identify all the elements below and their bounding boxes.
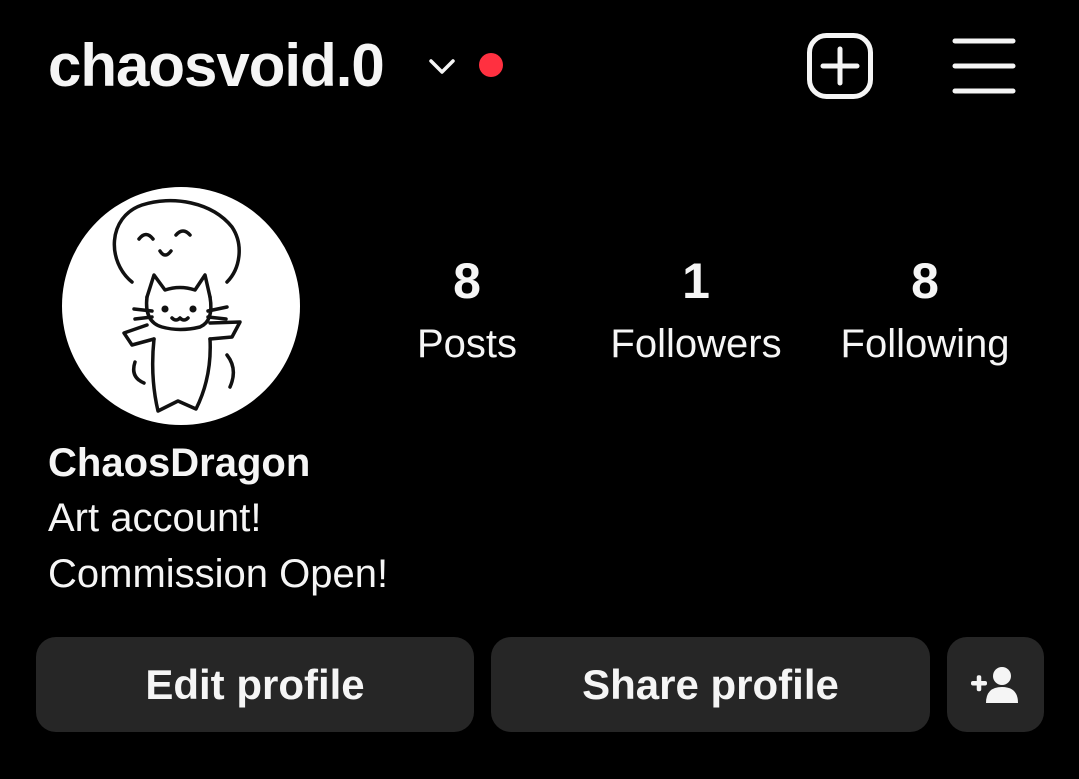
- share-profile-button[interactable]: Share profile: [491, 637, 930, 732]
- posts-label: Posts: [416, 322, 518, 366]
- posts-count: 8: [453, 253, 481, 309]
- stat-following[interactable]: 8 Following: [810, 250, 1040, 376]
- following-label: Following: [840, 322, 1010, 366]
- stat-posts[interactable]: 8 Posts: [352, 250, 582, 376]
- cat-doodle-avatar-icon: [112, 198, 242, 413]
- hamburger-menu-icon[interactable]: [951, 36, 1017, 96]
- share-profile-label: Share profile: [582, 660, 839, 708]
- stat-followers[interactable]: 1 Followers: [581, 250, 811, 376]
- followers-label: Followers: [610, 322, 782, 366]
- following-count: 8: [911, 253, 939, 309]
- edit-profile-button[interactable]: Edit profile: [36, 637, 474, 732]
- avatar[interactable]: [62, 187, 300, 425]
- followers-count: 1: [682, 253, 710, 309]
- bio-line: Commission Open!: [48, 552, 389, 596]
- bio-line: Art account!: [48, 496, 262, 540]
- display-name: ChaosDragon: [48, 441, 311, 485]
- chevron-down-icon[interactable]: [426, 52, 458, 80]
- discover-people-button[interactable]: [947, 637, 1044, 732]
- plus-square-icon[interactable]: [806, 32, 874, 100]
- person-add-icon: [970, 666, 1018, 703]
- profile-header: chaosvoid.0: [0, 0, 1079, 130]
- edit-profile-label: Edit profile: [145, 660, 365, 708]
- username-title[interactable]: chaosvoid.0: [48, 28, 385, 104]
- notification-dot: [479, 53, 503, 77]
